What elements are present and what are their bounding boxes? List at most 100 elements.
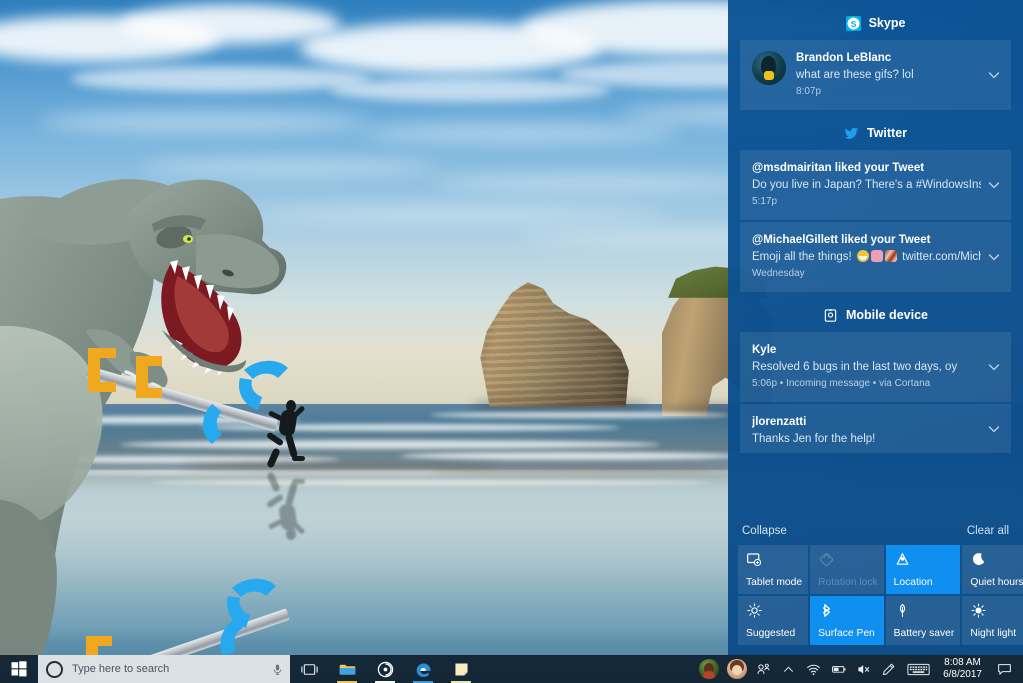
- group-title: Twitter: [866, 126, 908, 140]
- microphone-icon[interactable]: [271, 663, 284, 676]
- trex-pupil: [187, 237, 191, 241]
- cortana-circle-icon[interactable]: [46, 660, 63, 678]
- show-desktop-button[interactable]: [1018, 655, 1023, 683]
- pen-icon: [883, 663, 895, 675]
- chevron-down-icon[interactable]: [986, 249, 1002, 265]
- avatar: [752, 51, 786, 85]
- notification-body-link: twitter.com/Mich: [902, 251, 981, 263]
- edge-icon: [416, 662, 431, 677]
- notification-body: what are these gifs? lol: [796, 69, 914, 81]
- clock[interactable]: 8:08 AM 6/8/2017: [935, 655, 990, 683]
- group-header-mobile-device[interactable]: Mobile device: [728, 300, 1023, 330]
- action-center-icon: [997, 663, 1011, 675]
- people-avatar-1[interactable]: [695, 655, 723, 683]
- notification-item[interactable]: @MichaelGillett liked your Tweet Emoji a…: [740, 222, 1011, 292]
- leaf-icon: [894, 602, 955, 622]
- svg-text:S: S: [850, 18, 856, 28]
- chevron-down-icon[interactable]: [986, 421, 1002, 437]
- action-center-button[interactable]: [990, 655, 1018, 683]
- notification-time: 5:06p • Incoming message • via Cortana: [752, 378, 931, 389]
- rotation-lock-icon: [818, 551, 878, 571]
- notification-body: Resolved 6 bugs in the last two days, oy: [752, 361, 958, 373]
- quick-action-battery-saver[interactable]: Battery saver: [885, 596, 961, 645]
- search-input[interactable]: Type here to search: [38, 655, 290, 683]
- group-header-skype[interactable]: S Skype: [728, 8, 1023, 38]
- surface-pen-button[interactable]: [876, 655, 901, 683]
- windows-logo-icon: [11, 661, 27, 677]
- cloud: [360, 124, 680, 142]
- collapse-button[interactable]: Collapse: [742, 525, 787, 537]
- chevron-down-icon[interactable]: [986, 67, 1002, 83]
- notification-item[interactable]: @msdmairitan liked your Tweet Do you liv…: [740, 150, 1011, 220]
- people-avatar-2[interactable]: [723, 655, 751, 683]
- surf-line: [400, 452, 740, 460]
- notification-body-text: Emoji all the things!: [752, 251, 852, 263]
- quick-action-label: Battery saver: [893, 628, 955, 639]
- chevron-down-icon[interactable]: [986, 359, 1002, 375]
- notification-time: 5:17p: [752, 196, 778, 207]
- task-view-button[interactable]: [290, 655, 328, 683]
- tablet-mode-icon: [746, 551, 802, 571]
- windows-desktop-screen: S Skype Brandon LeBlanc what are these g…: [0, 0, 1023, 683]
- group-title: Skype: [868, 16, 906, 30]
- bluetooth-icon: [818, 602, 878, 622]
- battery-icon: [831, 666, 846, 673]
- notifications-scroll-area[interactable]: S Skype Brandon LeBlanc what are these g…: [728, 0, 1023, 518]
- trex-snout: [196, 234, 280, 289]
- twitter-bird-icon: [844, 126, 859, 141]
- notification-item[interactable]: Brandon LeBlanc what are these gifs? lol…: [740, 40, 1011, 110]
- chevron-down-icon[interactable]: [986, 177, 1002, 193]
- quick-action-location[interactable]: Location: [885, 545, 961, 594]
- volume-muted-icon: [857, 665, 869, 674]
- group-header-twitter[interactable]: Twitter: [728, 118, 1023, 148]
- system-tray: 8:08 AM 6/8/2017: [695, 655, 1023, 683]
- mobile-device-icon: [823, 308, 838, 323]
- bacon-emoji: [884, 250, 897, 262]
- brightness-icon: [746, 602, 802, 622]
- notification-title: Brandon LeBlanc: [796, 52, 892, 64]
- clear-all-button[interactable]: Clear all: [967, 525, 1009, 537]
- notification-item[interactable]: Kyle Resolved 6 bugs in the last two day…: [740, 332, 1011, 402]
- network-button[interactable]: [801, 655, 826, 683]
- sticky-notes-button[interactable]: [442, 655, 480, 683]
- quick-action-label: Surface Pen: [818, 628, 875, 639]
- notification-title: @msdmairitan liked your Tweet: [752, 162, 925, 174]
- skype-icon: S: [845, 15, 861, 31]
- notification-title: jlorenzatti: [752, 416, 807, 428]
- start-button[interactable]: [0, 655, 38, 683]
- group-title: Mobile device: [846, 308, 928, 322]
- notification-title: Kyle: [752, 344, 777, 356]
- quick-action-label: Rotation lock: [818, 577, 878, 588]
- notification-item[interactable]: jlorenzatti Thanks Jen for the help!: [740, 404, 1011, 453]
- sticky-notes-icon: [454, 662, 468, 676]
- show-hidden-icons-button[interactable]: [776, 655, 801, 683]
- quick-action-label: Tablet mode: [746, 577, 803, 588]
- folder-icon: [339, 664, 355, 675]
- quick-actions-grid: Tablet mode Rotation lock Location Quiet…: [728, 545, 1023, 655]
- my-people-button[interactable]: [751, 655, 776, 683]
- grabber-claw-blue: [232, 578, 276, 597]
- surf-line: [430, 412, 730, 418]
- quick-action-night-light[interactable]: Night light: [962, 596, 1023, 645]
- quick-action-surface-pen[interactable]: Surface Pen: [810, 596, 884, 645]
- action-center-panel[interactable]: S Skype Brandon LeBlanc what are these g…: [728, 0, 1023, 655]
- notification-time: Wednesday: [752, 268, 805, 279]
- groove-music-button[interactable]: [366, 655, 404, 683]
- quick-action-suggested[interactable]: Suggested: [738, 596, 809, 645]
- touch-keyboard-button[interactable]: [901, 655, 935, 683]
- microsoft-edge-button[interactable]: [404, 655, 442, 683]
- my-people-icon: [757, 663, 770, 674]
- volume-button[interactable]: [851, 655, 876, 683]
- quick-action-tablet-mode[interactable]: Tablet mode: [738, 545, 809, 594]
- notification-time: 8:07p: [796, 86, 822, 97]
- file-explorer-button[interactable]: [328, 655, 366, 683]
- dark-sand-streak: [430, 466, 730, 474]
- contact-avatar-icon: [727, 659, 748, 679]
- sun-icon: [970, 602, 1023, 622]
- search-placeholder: Type here to search: [72, 663, 170, 675]
- quick-action-rotation-lock[interactable]: Rotation lock: [810, 545, 884, 594]
- grabber-claw-blue: [238, 378, 262, 410]
- quick-action-quiet-hours[interactable]: Quiet hours: [962, 545, 1023, 594]
- battery-button[interactable]: [826, 655, 851, 683]
- notification-title: @MichaelGillett liked your Tweet: [752, 234, 931, 246]
